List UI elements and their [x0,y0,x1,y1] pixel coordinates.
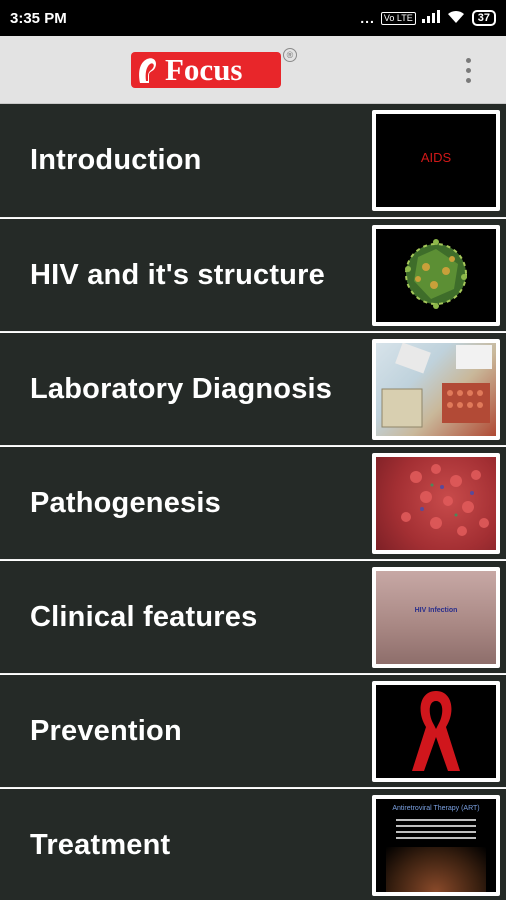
blood-cells-illustration [401,464,489,536]
topic-thumbnail[interactable]: HIV Infection [372,567,500,668]
blood-cells-thumbnail [376,457,496,550]
aids-slide-thumbnail: AIDS [376,114,496,207]
topic-label: Introduction [30,144,202,176]
registered-mark: ® [283,48,297,62]
art-slide-thumbnail: Antiretroviral Therapy (ART) [376,799,496,892]
signal-icon [421,10,440,26]
topic-list: Introduction AIDS HIV and it's structure [0,104,506,900]
app-bar: Focus ® [0,36,506,104]
topic-label: Laboratory Diagnosis [30,372,333,405]
topic-row-introduction[interactable]: Introduction AIDS [0,104,506,217]
hiv-infection-slide-thumbnail: HIV Infection [376,571,496,664]
logo-mark-icon [131,52,163,88]
hands-image [386,847,486,892]
focus-logo[interactable]: Focus [131,52,281,88]
topic-label: Clinical features [30,600,258,633]
thumb-title: HIV Infection [414,607,458,614]
topic-thumbnail[interactable] [372,453,500,554]
overflow-menu-icon[interactable] [454,52,482,88]
topic-row-treatment[interactable]: Treatment Antiretroviral Therapy (ART) [0,788,506,900]
thumb-title: AIDS [420,150,452,165]
topic-thumbnail[interactable] [372,225,500,326]
virus-particle-thumbnail [376,229,496,322]
topic-thumbnail[interactable] [372,681,500,782]
red-ribbon-icon [412,691,460,771]
slide-text-lines [396,819,476,843]
topic-label: Prevention [30,714,182,747]
topic-row-pathogenesis[interactable]: Pathogenesis [0,446,506,559]
wifi-icon [446,10,466,27]
topic-label: Treatment [30,828,171,861]
battery-icon: 37 [471,10,496,26]
status-time: 3:35 PM [10,9,67,27]
status-bar: 3:35 PM ... Vo LTE 37 [0,0,506,36]
topic-thumbnail[interactable] [372,339,500,440]
thumb-title: Antiretroviral Therapy (ART) [392,805,480,812]
topic-row-prevention[interactable]: Prevention [0,674,506,787]
virus-illustration [405,239,467,309]
topic-row-clinical-features[interactable]: Clinical features HIV Infection [0,560,506,673]
red-ribbon-thumbnail [376,685,496,778]
topic-thumbnail[interactable]: AIDS [372,110,500,211]
topic-label: Pathogenesis [30,486,221,519]
topic-row-lab-diagnosis[interactable]: Laboratory Diagnosis [0,332,506,445]
topic-row-hiv-structure[interactable]: HIV and it's structure [0,218,506,331]
topic-thumbnail[interactable]: Antiretroviral Therapy (ART) [372,795,500,896]
volte-badge: Vo LTE [380,11,416,25]
logo-text: Focus [165,52,243,87]
lab-illustration [381,343,492,428]
status-icons: ... Vo LTE 37 [360,10,496,27]
topic-label: HIV and it's structure [30,258,325,291]
notification-dots: ... [360,10,375,26]
lab-test-thumbnail [376,343,496,436]
